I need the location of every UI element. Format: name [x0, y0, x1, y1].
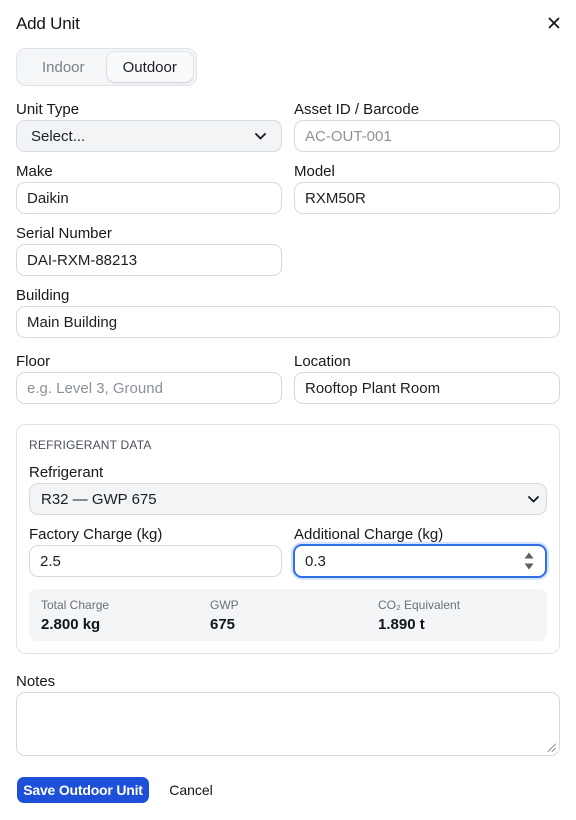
close-button[interactable] — [544, 13, 564, 33]
co2-equivalent-value: 1.890 t — [378, 616, 425, 633]
location-input[interactable]: Rooftop Plant Room — [294, 372, 560, 404]
factory-charge-label: Factory Charge (kg) — [29, 526, 163, 543]
refrigerant-value: R32 — GWP 675 — [41, 490, 157, 508]
cancel-button[interactable]: Cancel — [163, 777, 219, 803]
unit-type-value: Select... — [31, 127, 86, 145]
make-input[interactable]: Daikin — [16, 182, 282, 214]
floor-label: Floor — [16, 353, 51, 370]
notes-label: Notes — [16, 673, 56, 690]
notes-textarea[interactable] — [16, 692, 560, 756]
close-icon — [548, 17, 560, 29]
location-label: Location — [294, 353, 351, 370]
unit-kind-toggle: Indoor Outdoor — [16, 48, 197, 86]
refrigerant-select[interactable]: R32 — GWP 675 — [29, 483, 547, 515]
chevron-down-icon — [255, 130, 267, 142]
building-input[interactable]: Main Building — [16, 306, 560, 338]
total-charge-value: 2.800 kg — [41, 616, 101, 633]
total-charge-label: Total Charge — [41, 598, 110, 612]
asset-id-label: Asset ID / Barcode — [294, 101, 420, 118]
gwp-label: GWP — [210, 598, 239, 612]
gwp-value: 675 — [210, 616, 236, 633]
chevron-down-icon — [528, 493, 540, 505]
refrigerant-label: Refrigerant — [29, 464, 104, 481]
charge-summary: Total Charge 2.800 kg GWP 675 CO₂ Equiva… — [29, 589, 547, 641]
refrigerant-section-title: REFRIGERANT DATA — [29, 438, 152, 452]
co2-equivalent-label: CO₂ Equivalent — [378, 598, 461, 612]
tab-indoor[interactable]: Indoor — [20, 52, 107, 82]
tab-outdoor[interactable]: Outdoor — [106, 52, 193, 82]
number-stepper[interactable] — [523, 552, 535, 570]
save-outdoor-unit-button[interactable]: Save Outdoor Unit — [17, 777, 149, 803]
model-input[interactable]: RXM50R — [294, 182, 560, 214]
factory-charge-input[interactable]: 2.5 — [29, 545, 282, 577]
serial-number-label: Serial Number — [16, 225, 112, 242]
floor-input[interactable]: e.g. Level 3, Ground — [16, 372, 282, 404]
additional-charge-value: 0.3 — [305, 552, 326, 570]
additional-charge-input[interactable]: 0.3 — [293, 544, 547, 578]
make-label: Make — [16, 163, 53, 180]
unit-type-label: Unit Type — [16, 101, 80, 118]
dialog-title: Add Unit — [16, 14, 80, 33]
asset-id-input[interactable]: AC-OUT-001 — [294, 120, 560, 152]
additional-charge-label: Additional Charge (kg) — [294, 526, 444, 543]
caret-up-icon — [524, 552, 534, 559]
unit-type-select[interactable]: Select... — [16, 120, 282, 152]
caret-down-icon — [524, 563, 534, 570]
building-label: Building — [16, 287, 70, 304]
model-label: Model — [294, 163, 335, 180]
serial-number-input[interactable]: DAI-RXM-88213 — [16, 244, 282, 276]
resize-handle-icon[interactable] — [547, 743, 556, 752]
